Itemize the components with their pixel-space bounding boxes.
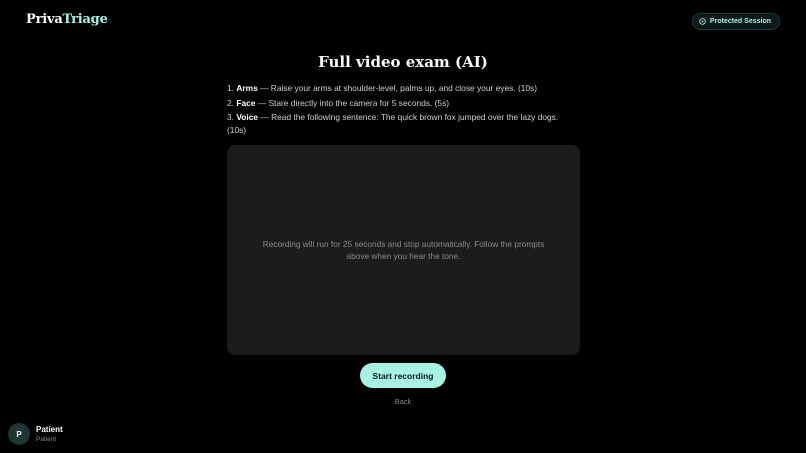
exam-step-voice: 3. Voice — Read the following sentence: …	[227, 111, 579, 136]
shield-icon	[699, 18, 706, 25]
step-number: 2.	[227, 97, 234, 108]
step-name: Voice	[236, 112, 259, 123]
step-name: Arms	[236, 83, 258, 93]
user-profile[interactable]: P Patient Patient	[8, 423, 63, 445]
page-title: Full video exam (AI)	[318, 53, 488, 71]
user-role: Patient	[36, 435, 57, 443]
step-text: — Stare directly into the camera for 5 s…	[255, 97, 450, 108]
session-badge-label: Protected Session	[709, 18, 771, 25]
exam-steps-list: 1. Arms — Raise your arms at shoulder-le…	[227, 82, 579, 139]
step-text: — Read the following sentence: The quick…	[227, 112, 559, 135]
back-link[interactable]: Back	[0, 397, 806, 406]
logo-accent-text: Triage	[62, 12, 108, 27]
logo-primary-text: Priva	[26, 12, 63, 27]
exam-step-face: 2. Face — Stare directly into the camera…	[227, 97, 579, 110]
recorder-hint: Recording will run for 25 seconds and st…	[262, 238, 545, 262]
protected-session-badge: Protected Session	[691, 13, 780, 30]
step-text: — Raise your arms at shoulder-level, pal…	[257, 83, 538, 93]
app-logo[interactable]: PrivaTriage	[26, 12, 108, 27]
exam-step-arms: 1. Arms — Raise your arms at shoulder-le…	[227, 82, 579, 95]
step-name: Face	[236, 97, 256, 108]
user-name: Patient	[36, 424, 63, 434]
avatar: P	[8, 423, 30, 445]
start-recording-button[interactable]: Start recording	[360, 363, 446, 388]
step-number: 3.	[227, 112, 234, 123]
step-number: 1.	[227, 83, 234, 93]
video-recorder-preview: Recording will run for 25 seconds and st…	[227, 145, 580, 355]
